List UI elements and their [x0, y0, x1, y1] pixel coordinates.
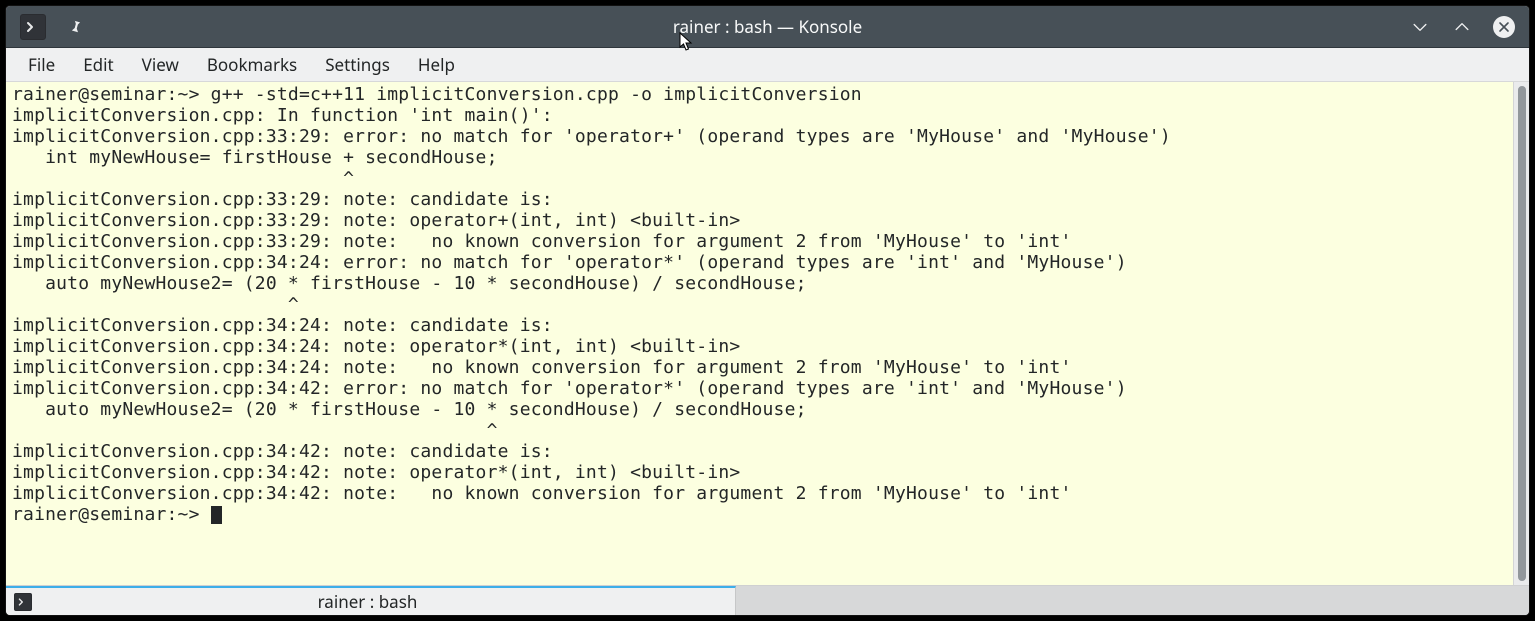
- minimize-button[interactable]: [1407, 14, 1433, 40]
- tab-bar: rainer : bash: [6, 585, 1529, 615]
- terminal-line: implicitConversion.cpp:34:24: note: no k…: [12, 357, 1072, 378]
- terminal-line: implicitConversion.cpp:33:29: note: oper…: [12, 210, 740, 231]
- terminal-line: implicitConversion.cpp: In function 'int…: [12, 105, 553, 126]
- scrollbar[interactable]: [1513, 82, 1529, 585]
- tab-konsole-icon: [14, 593, 32, 611]
- terminal-line: implicitConversion.cpp:34:42: note: no k…: [12, 483, 1072, 504]
- maximize-button[interactable]: [1449, 14, 1475, 40]
- window-title: rainer : bash — Konsole: [6, 15, 1529, 38]
- menu-edit[interactable]: Edit: [71, 48, 125, 81]
- terminal-area: rainer@seminar:~> g++ -std=c++11 implici…: [6, 82, 1529, 585]
- terminal-line: implicitConversion.cpp:34:24: note: cand…: [12, 315, 553, 336]
- pin-icon[interactable]: [62, 14, 88, 40]
- terminal-line: auto myNewHouse2= (20 * firstHouse - 10 …: [12, 399, 807, 420]
- terminal-line: rainer@seminar:~> g++ -std=c++11 implici…: [12, 84, 862, 105]
- terminal-line: auto myNewHouse2= (20 * firstHouse - 10 …: [12, 273, 807, 294]
- konsole-window: rainer : bash — Konsole File Edit View B…: [6, 6, 1529, 615]
- terminal-prompt: rainer@seminar:~>: [12, 504, 211, 525]
- terminal-line: implicitConversion.cpp:33:29: error: no …: [12, 126, 1171, 147]
- terminal-line: ^: [12, 420, 498, 441]
- close-button[interactable]: [1491, 14, 1517, 40]
- menu-view[interactable]: View: [130, 48, 191, 81]
- menu-help[interactable]: Help: [406, 48, 467, 81]
- terminal-line: implicitConversion.cpp:34:42: note: oper…: [12, 462, 740, 483]
- menu-bar: File Edit View Bookmarks Settings Help: [6, 48, 1529, 82]
- scrollbar-thumb[interactable]: [1518, 86, 1526, 581]
- app-icon: [20, 14, 46, 40]
- menu-settings[interactable]: Settings: [313, 48, 402, 81]
- terminal-line: ^: [12, 294, 299, 315]
- terminal-line: implicitConversion.cpp:34:42: note: cand…: [12, 441, 553, 462]
- terminal-line: implicitConversion.cpp:34:42: error: no …: [12, 378, 1127, 399]
- terminal-line: implicitConversion.cpp:33:29: note: no k…: [12, 231, 1072, 252]
- menu-bookmarks[interactable]: Bookmarks: [195, 48, 309, 81]
- terminal-output[interactable]: rainer@seminar:~> g++ -std=c++11 implici…: [6, 82, 1513, 585]
- tab-active[interactable]: rainer : bash: [6, 586, 736, 615]
- terminal-line: implicitConversion.cpp:33:29: note: cand…: [12, 189, 553, 210]
- terminal-line: int myNewHouse= firstHouse + secondHouse…: [12, 147, 498, 168]
- tab-label: rainer : bash: [318, 590, 418, 613]
- menu-file[interactable]: File: [16, 48, 67, 81]
- terminal-line: implicitConversion.cpp:34:24: error: no …: [12, 252, 1127, 273]
- terminal-line: implicitConversion.cpp:34:24: note: oper…: [12, 336, 740, 357]
- terminal-line: ^: [12, 168, 354, 189]
- title-bar[interactable]: rainer : bash — Konsole: [6, 6, 1529, 48]
- terminal-cursor: [211, 506, 222, 524]
